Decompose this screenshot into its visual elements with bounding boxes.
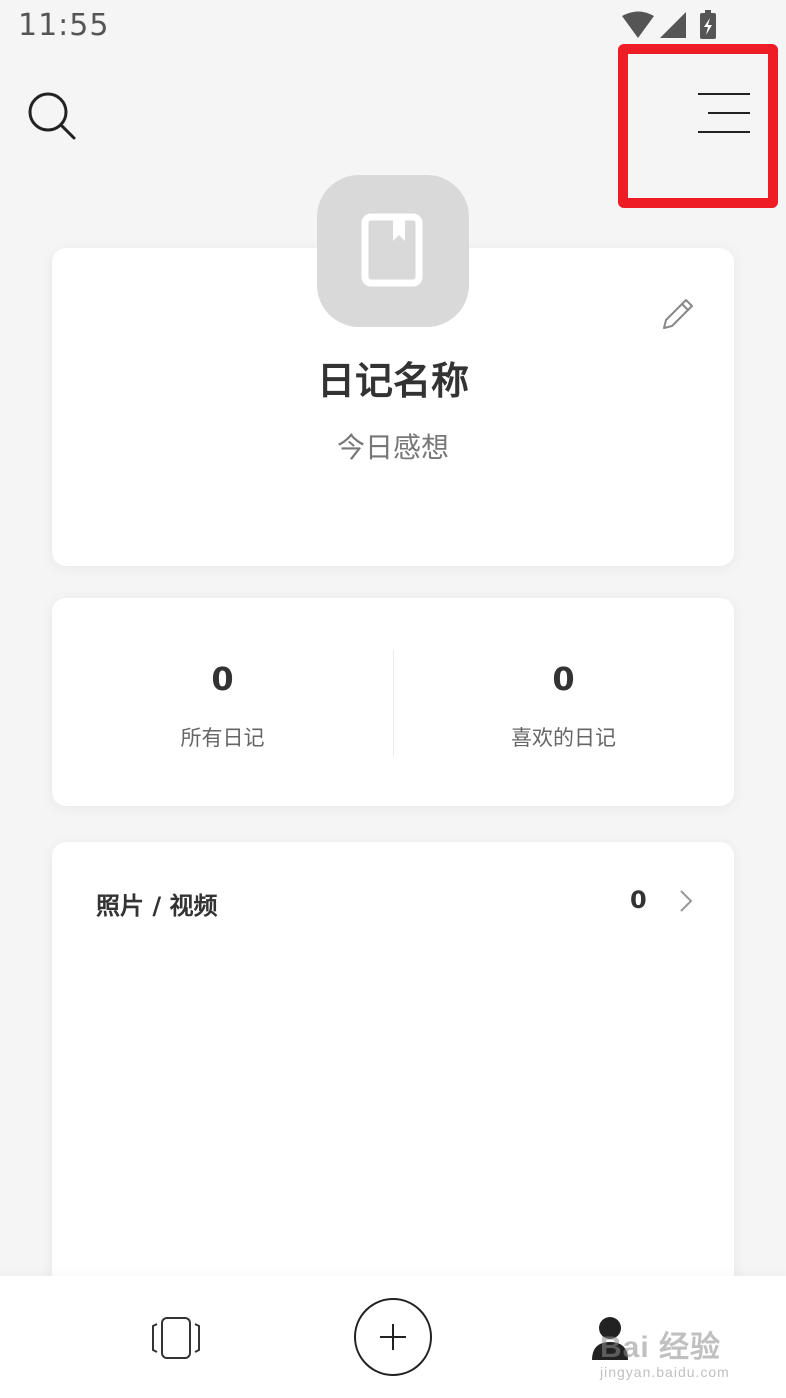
watermark-brand: Bai 经验 <box>600 1331 722 1364</box>
stat-value: 0 <box>552 660 575 698</box>
diary-description: 今日感想 <box>336 431 449 464</box>
battery-charging-icon <box>700 10 716 39</box>
stat-liked-diaries[interactable]: 0 喜欢的日记 <box>393 598 734 806</box>
media-title: 照片 / 视频 <box>96 892 218 920</box>
plus-icon <box>354 1298 432 1376</box>
stat-value: 0 <box>211 660 234 698</box>
status-time: 11:55 <box>18 8 110 43</box>
pages-icon <box>152 1317 200 1359</box>
media-open-button[interactable] <box>674 886 698 916</box>
stat-all-diaries[interactable]: 0 所有日记 <box>52 598 393 806</box>
stats-card: 0 所有日记 0 喜欢的日记 <box>52 598 734 806</box>
search-button[interactable] <box>22 86 82 146</box>
edit-button[interactable] <box>656 292 700 336</box>
media-card: 照片 / 视频 0 <box>52 842 734 1322</box>
stat-label: 喜欢的日记 <box>511 726 616 750</box>
diary-name: 日记名称 <box>316 359 469 403</box>
media-count[interactable]: 0 <box>630 886 647 914</box>
wifi-icon <box>622 11 654 38</box>
status-icons <box>620 10 730 42</box>
add-diary-button[interactable] <box>353 1297 433 1377</box>
signal-icon <box>660 12 686 38</box>
nav-pages-button[interactable] <box>148 1314 204 1362</box>
pencil-icon <box>663 299 693 329</box>
chevron-right-icon <box>680 890 693 912</box>
watermark: Bai 经验 jingyan.baidu.com <box>600 1322 730 1380</box>
watermark-url: jingyan.baidu.com <box>600 1364 730 1380</box>
book-icon <box>361 213 423 287</box>
stat-label: 所有日记 <box>180 726 265 750</box>
search-icon <box>28 92 76 140</box>
highlight-box <box>618 44 778 208</box>
diary-cover[interactable] <box>317 175 469 327</box>
